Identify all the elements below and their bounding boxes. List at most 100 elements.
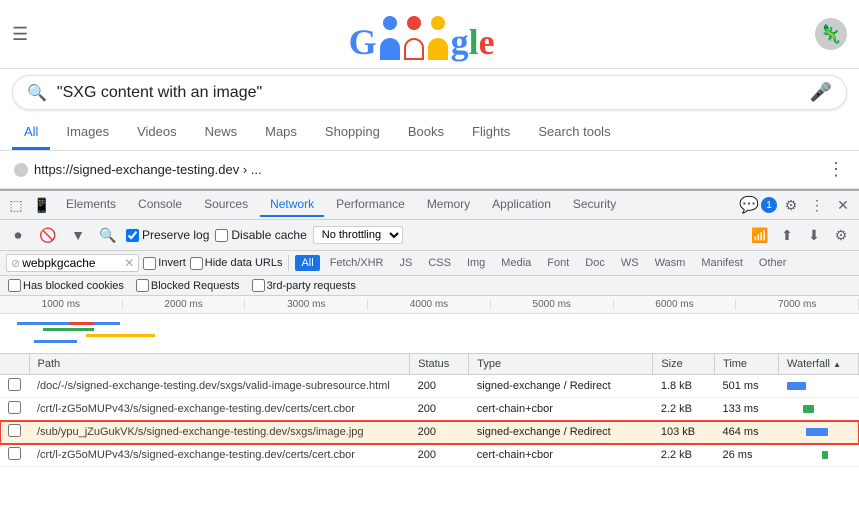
secondary-filter-bar: Has blocked cookies Blocked Requests 3rd… (0, 276, 859, 296)
filter-input-wrap[interactable]: ⊘ ✕ (6, 254, 139, 272)
invert-label[interactable]: Invert (143, 257, 186, 270)
tab-news[interactable]: News (193, 116, 250, 150)
invert-checkbox[interactable] (143, 257, 156, 270)
ruler-mark-7: 7000 ms (736, 299, 859, 310)
tab-images[interactable]: Images (54, 116, 121, 150)
dt-tab-console[interactable]: Console (128, 193, 192, 217)
ruler-mark-2: 2000 ms (123, 299, 246, 310)
cell-type: signed-exchange / Redirect (469, 375, 653, 398)
search-box[interactable]: 🔍 "SXG content with an image" 🎤 (12, 75, 847, 110)
filter-btn-media[interactable]: Media (495, 255, 537, 271)
blocked-cookies-checkbox[interactable] (8, 279, 21, 292)
th-checkbox (0, 354, 29, 375)
preserve-log-checkbox[interactable] (126, 229, 139, 242)
table-row[interactable]: /doc/-/s/signed-exchange-testing.dev/sxg… (0, 375, 859, 398)
cell-size: 1.8 kB (653, 375, 715, 398)
cell-time: 464 ms (715, 421, 779, 444)
tab-maps[interactable]: Maps (253, 116, 309, 150)
record-icon[interactable]: ⏺ (6, 223, 30, 247)
filter-btn-js[interactable]: JS (393, 255, 418, 271)
tab-shopping[interactable]: Shopping (313, 116, 392, 150)
avatar[interactable]: 🦎 (815, 18, 847, 50)
third-party-label[interactable]: 3rd-party requests (252, 279, 356, 292)
th-type[interactable]: Type (469, 354, 653, 375)
row-checkbox[interactable] (8, 378, 21, 391)
blocked-requests-checkbox[interactable] (136, 279, 149, 292)
tab-videos[interactable]: Videos (125, 116, 189, 150)
preserve-log-label[interactable]: Preserve log (126, 228, 209, 242)
result-more-icon[interactable]: ⋮ (827, 159, 845, 180)
filter-btn-ws[interactable]: WS (615, 255, 645, 271)
filter-divider (288, 255, 289, 271)
download-icon[interactable]: ⬇ (802, 223, 826, 247)
table-row[interactable]: /sub/ypu_jZuGukVK/s/signed-exchange-test… (0, 421, 859, 444)
th-size[interactable]: Size (653, 354, 715, 375)
filter-btn-doc[interactable]: Doc (579, 255, 611, 271)
dt-tab-network[interactable]: Network (260, 193, 324, 217)
filter-icon[interactable]: ▼ (66, 223, 90, 247)
filter-clear-icon[interactable]: ✕ (124, 256, 134, 270)
mic-icon[interactable]: 🎤 (810, 82, 832, 103)
settings-network-icon[interactable]: ⚙ (829, 223, 853, 247)
tab-books[interactable]: Books (396, 116, 456, 150)
third-party-checkbox[interactable] (252, 279, 265, 292)
th-waterfall[interactable]: Waterfall ▲ (779, 354, 859, 375)
wifi-icon[interactable]: 📶 (748, 223, 772, 247)
hamburger-icon[interactable]: ☰ (12, 24, 28, 45)
filter-btn-font[interactable]: Font (541, 255, 575, 271)
table-row[interactable]: /crt/l-zG5oMUPv43/s/signed-exchange-test… (0, 444, 859, 467)
th-path[interactable]: Path (29, 354, 410, 375)
tab-all[interactable]: All (12, 116, 50, 150)
disable-cache-label[interactable]: Disable cache (215, 228, 306, 242)
timeline-ruler: 1000 ms 2000 ms 3000 ms 4000 ms 5000 ms … (0, 296, 859, 314)
upload-icon[interactable]: ⬆ (775, 223, 799, 247)
tl-bar-4 (86, 334, 155, 337)
ruler-mark-4: 4000 ms (368, 299, 491, 310)
clear-icon[interactable]: 🚫 (36, 223, 60, 247)
cell-type: cert-chain+cbor (469, 398, 653, 421)
dt-tab-memory[interactable]: Memory (417, 193, 480, 217)
blocked-cookies-label[interactable]: Has blocked cookies (8, 279, 124, 292)
filter-btn-other[interactable]: Other (753, 255, 793, 271)
row-checkbox[interactable] (8, 401, 21, 414)
filter-btn-wasm[interactable]: Wasm (649, 255, 692, 271)
table-row[interactable]: /crt/l-zG5oMUPv43/s/signed-exchange-test… (0, 398, 859, 421)
hide-data-urls-label[interactable]: Hide data URLs (190, 257, 283, 270)
filter-btn-all[interactable]: All (295, 255, 319, 271)
doodle-fig-1 (379, 16, 401, 60)
dt-tab-application[interactable]: Application (482, 193, 561, 217)
filter-btn-fetchxhr[interactable]: Fetch/XHR (324, 255, 390, 271)
settings-icon[interactable]: ⚙ (779, 193, 803, 217)
th-time[interactable]: Time (715, 354, 779, 375)
dt-tab-elements[interactable]: Elements (56, 193, 126, 217)
filter-btn-manifest[interactable]: Manifest (695, 255, 749, 271)
tab-search-tools[interactable]: Search tools (526, 116, 622, 150)
hide-data-urls-checkbox[interactable] (190, 257, 203, 270)
devtools-panel: ⬚ 📱 Elements Console Sources Network Per… (0, 189, 859, 499)
table-body: /doc/-/s/signed-exchange-testing.dev/sxg… (0, 375, 859, 467)
search-network-icon[interactable]: 🔍 (96, 223, 120, 247)
blocked-requests-label[interactable]: Blocked Requests (136, 279, 240, 292)
disable-cache-checkbox[interactable] (215, 229, 228, 242)
close-icon[interactable]: ✕ (831, 193, 855, 217)
doodle-figures (377, 16, 451, 60)
cell-status: 200 (410, 375, 469, 398)
dt-tab-sources[interactable]: Sources (194, 193, 258, 217)
row-checkbox[interactable] (8, 447, 21, 460)
throttle-select[interactable]: No throttling (313, 226, 403, 244)
dt-tab-performance[interactable]: Performance (326, 193, 415, 217)
more-icon[interactable]: ⋮ (805, 193, 829, 217)
cursor-icon[interactable]: ⬚ (4, 193, 28, 217)
row-checkbox[interactable] (8, 424, 21, 437)
cell-path: /crt/l-zG5oMUPv43/s/signed-exchange-test… (29, 398, 410, 421)
dt-tab-security[interactable]: Security (563, 193, 626, 217)
cell-status: 200 (410, 421, 469, 444)
cell-size: 2.2 kB (653, 398, 715, 421)
tab-flights[interactable]: Flights (460, 116, 522, 150)
logo-g: G (349, 24, 377, 60)
filter-btn-css[interactable]: CSS (422, 255, 457, 271)
filter-btn-img[interactable]: Img (461, 255, 491, 271)
filter-input[interactable] (22, 256, 122, 270)
th-status[interactable]: Status (410, 354, 469, 375)
device-icon[interactable]: 📱 (30, 193, 54, 217)
